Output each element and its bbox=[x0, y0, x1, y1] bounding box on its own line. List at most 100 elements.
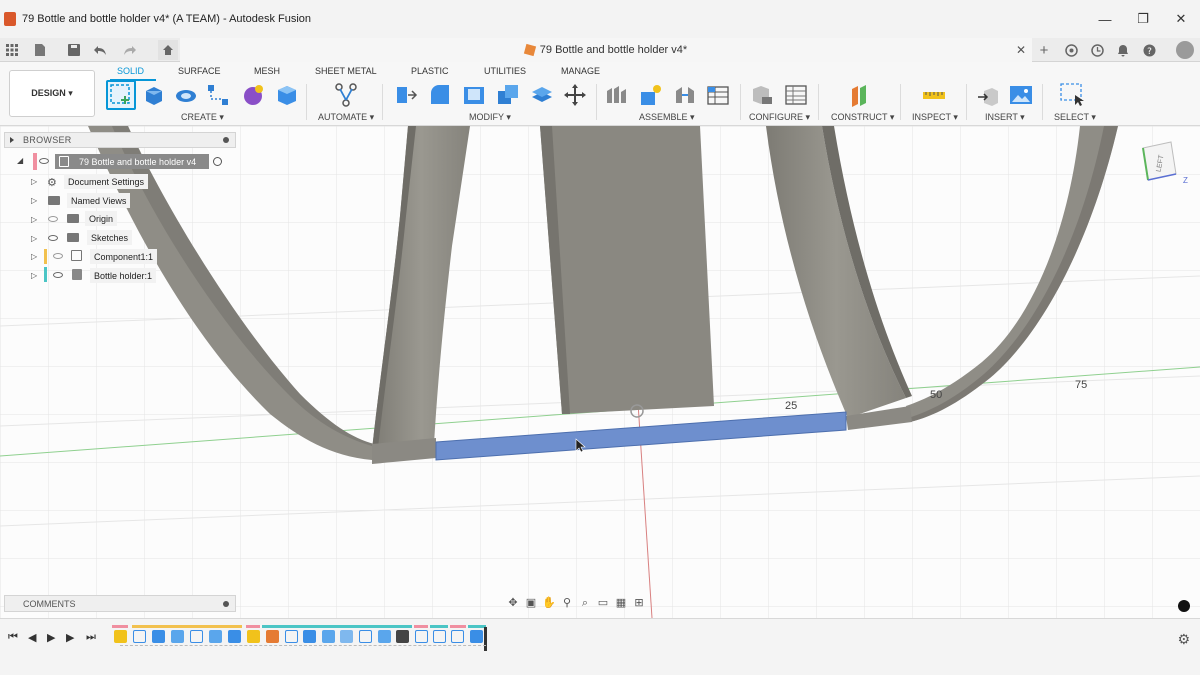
create-sketch-icon[interactable] bbox=[106, 80, 136, 110]
timeline-sketch-feature-icon[interactable] bbox=[285, 630, 298, 643]
timeline-play-icon[interactable]: ▶ bbox=[47, 631, 55, 644]
configuration-table-icon[interactable] bbox=[784, 83, 808, 107]
redo-icon[interactable] bbox=[122, 42, 138, 58]
timeline-extrude-feature-icon[interactable] bbox=[470, 630, 483, 643]
timeline-plane-feature-icon[interactable] bbox=[266, 630, 279, 643]
timeline-component-feature-icon[interactable] bbox=[114, 630, 127, 643]
expand-bottle-holder-icon[interactable]: ▷ bbox=[31, 271, 37, 280]
origin-hidden-eye-icon[interactable] bbox=[48, 216, 58, 222]
timeline-settings-gear-icon[interactable]: ⚙ bbox=[1177, 631, 1190, 648]
tab-manage[interactable]: MANAGE bbox=[561, 66, 600, 76]
3d-canvas[interactable]: LEFT Z 25 50 75 bbox=[0, 126, 1200, 618]
browser-item-sketches[interactable]: Sketches bbox=[87, 230, 133, 245]
timeline-step-forward-icon[interactable]: ▶ bbox=[66, 631, 74, 644]
timeline-component-feature-icon[interactable] bbox=[247, 630, 260, 643]
expand-named-views-icon[interactable]: ▷ bbox=[31, 196, 37, 205]
combine-icon[interactable] bbox=[496, 83, 520, 107]
timeline-go-start-icon[interactable]: ⏮ bbox=[8, 631, 18, 644]
tab-surface[interactable]: SURFACE bbox=[178, 66, 221, 76]
browser-item-document-settings[interactable]: Document Settings bbox=[64, 174, 149, 189]
minimize-button[interactable]: — bbox=[1086, 0, 1124, 38]
timeline-go-end-icon[interactable]: ⏭ bbox=[86, 631, 96, 644]
tab-solid[interactable]: SOLID bbox=[117, 66, 144, 76]
look-at-icon[interactable]: ▣ bbox=[524, 597, 538, 609]
new-component-icon[interactable] bbox=[605, 83, 629, 107]
expand-root-icon[interactable]: ◢ bbox=[17, 156, 23, 165]
insert-menu[interactable]: INSERT ▾ bbox=[985, 112, 1025, 123]
move-copy-icon[interactable] bbox=[563, 83, 587, 107]
bill-of-materials-icon[interactable] bbox=[706, 83, 730, 107]
select-menu[interactable]: SELECT ▾ bbox=[1054, 112, 1096, 123]
browser-item-origin[interactable]: Origin bbox=[85, 211, 118, 226]
select-icon[interactable] bbox=[1060, 83, 1084, 107]
collapse-browser-icon[interactable] bbox=[10, 137, 16, 143]
timeline-move-feature-icon[interactable] bbox=[396, 630, 409, 643]
browser-panel-header[interactable]: BROWSER bbox=[4, 132, 236, 148]
browser-item-component1[interactable]: Component1:1 bbox=[90, 249, 158, 264]
close-tab-button[interactable]: ✕ bbox=[1016, 43, 1026, 57]
activate-radio-icon[interactable] bbox=[213, 157, 222, 166]
tab-mesh[interactable]: MESH bbox=[254, 66, 280, 76]
file-menu-icon[interactable] bbox=[32, 42, 48, 58]
timeline-marker[interactable] bbox=[484, 627, 487, 651]
restore-button[interactable]: ❐ bbox=[1124, 0, 1162, 38]
sweep-icon[interactable] bbox=[206, 83, 230, 107]
automate-menu[interactable]: AUTOMATE ▾ bbox=[318, 112, 374, 123]
inspect-menu[interactable]: INSPECT ▾ bbox=[912, 112, 958, 123]
comments-pin-icon[interactable] bbox=[223, 601, 229, 607]
browser-item-named-views[interactable]: Named Views bbox=[67, 193, 131, 208]
bottle-holder-visibility-eye-icon[interactable] bbox=[53, 272, 63, 278]
browser-pin-icon[interactable] bbox=[223, 137, 229, 143]
shell-icon[interactable] bbox=[462, 83, 486, 107]
offset-plane-icon[interactable] bbox=[848, 83, 872, 107]
tab-sheet-metal[interactable]: SHEET METAL bbox=[315, 66, 377, 76]
extensions-icon[interactable] bbox=[1063, 42, 1079, 58]
new-tab-button[interactable]: + bbox=[1036, 42, 1052, 59]
display-settings-icon[interactable]: ▭ bbox=[596, 597, 610, 609]
help-icon[interactable]: ? bbox=[1141, 42, 1157, 58]
root-visibility-eye-icon[interactable] bbox=[39, 158, 49, 164]
revolve-icon[interactable] bbox=[174, 83, 198, 107]
joint-icon[interactable] bbox=[639, 83, 663, 107]
offset-face-icon[interactable] bbox=[530, 83, 554, 107]
workspace-switcher-button[interactable]: DESIGN ▾ bbox=[9, 70, 95, 117]
component1-visibility-eye-icon[interactable] bbox=[53, 253, 63, 259]
browser-item-bottle-holder[interactable]: Bottle holder:1 bbox=[90, 268, 157, 283]
timeline-step-back-icon[interactable]: ◀ bbox=[28, 631, 36, 644]
automate-icon[interactable] bbox=[334, 83, 358, 107]
expand-component1-icon[interactable]: ▷ bbox=[31, 252, 37, 261]
insert-derive-icon[interactable] bbox=[976, 83, 1000, 107]
timeline-offset-feature-icon[interactable] bbox=[322, 630, 335, 643]
grid-snaps-icon[interactable]: ▦ bbox=[614, 597, 628, 609]
timeline-sketch-feature-icon[interactable] bbox=[415, 630, 428, 643]
configure-icon[interactable] bbox=[750, 83, 774, 107]
timeline-split-feature-icon[interactable] bbox=[340, 630, 353, 643]
comments-panel-header[interactable]: COMMENTS bbox=[4, 595, 236, 612]
expand-document-settings-icon[interactable]: ▷ bbox=[31, 177, 37, 186]
pan-hand-icon[interactable]: ✋ bbox=[542, 597, 556, 609]
timeline-sketch-feature-icon[interactable] bbox=[359, 630, 372, 643]
expand-origin-icon[interactable]: ▷ bbox=[31, 215, 37, 224]
timeline-shell-feature-icon[interactable] bbox=[228, 630, 241, 643]
timeline-extrude-feature-icon[interactable] bbox=[303, 630, 316, 643]
timeline-sketch-feature-icon[interactable] bbox=[433, 630, 446, 643]
home-icon[interactable] bbox=[158, 40, 178, 60]
tab-utilities[interactable]: UTILITIES bbox=[484, 66, 526, 76]
extrude-icon[interactable] bbox=[142, 83, 166, 107]
zoom-icon[interactable]: ⚲ bbox=[560, 597, 574, 609]
job-status-icon[interactable] bbox=[1089, 42, 1105, 58]
timeline-sketch-feature-icon[interactable] bbox=[451, 630, 464, 643]
modify-menu[interactable]: MODIFY ▾ bbox=[469, 112, 511, 123]
close-window-button[interactable]: ✕ bbox=[1162, 0, 1200, 38]
configure-menu[interactable]: CONFIGURE ▾ bbox=[749, 112, 810, 123]
as-built-joint-icon[interactable] bbox=[673, 83, 697, 107]
save-icon[interactable] bbox=[66, 42, 82, 58]
timeline-sketch-feature-icon[interactable] bbox=[190, 630, 203, 643]
insert-canvas-icon[interactable] bbox=[1009, 83, 1033, 107]
viewports-icon[interactable]: ⊞ bbox=[632, 597, 646, 609]
timeline-revolve-feature-icon[interactable] bbox=[152, 630, 165, 643]
form-icon[interactable] bbox=[241, 83, 265, 107]
document-tab[interactable]: 79 Bottle and bottle holder v4* ✕ bbox=[180, 38, 1032, 62]
expand-sketches-icon[interactable]: ▷ bbox=[31, 234, 37, 243]
user-avatar[interactable] bbox=[1176, 41, 1194, 59]
